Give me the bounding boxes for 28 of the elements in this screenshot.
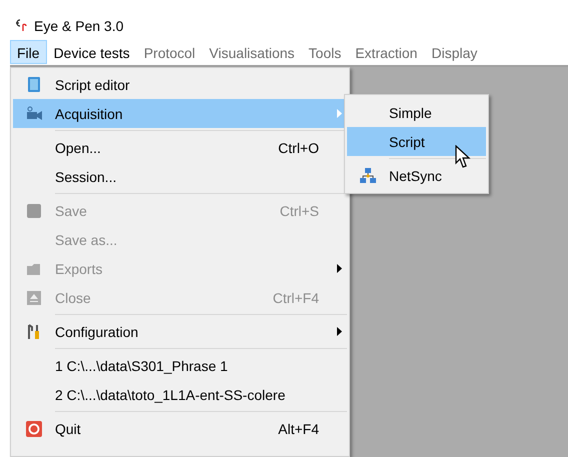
menu-item[interactable]: NetSync [347, 161, 486, 190]
shortcut-text: Ctrl+O [278, 140, 319, 156]
menu-item[interactable]: Simple [347, 98, 486, 127]
shortcut-text: Alt+F4 [278, 420, 319, 436]
window-title: Eye & Pen 3.0 [34, 18, 124, 34]
menu-item[interactable]: Script [347, 127, 486, 156]
menu-item[interactable]: Session... [13, 162, 347, 191]
menu-item[interactable]: 1 C:\...\data\S301_Phrase 1 [13, 351, 347, 380]
script-editor-icon [25, 76, 43, 94]
submenu-arrow-icon [336, 327, 342, 336]
shortcut-text: Ctrl+S [280, 202, 319, 218]
menu-item[interactable]: File [10, 40, 47, 64]
power-icon [25, 420, 43, 438]
shortcut-text: Ctrl+F4 [272, 290, 319, 306]
submenu-arrow-icon [336, 264, 342, 273]
menu-item[interactable]: 2 C:\...\data\toto_1L1A-ent-SS-colere [13, 380, 347, 409]
menu-item[interactable]: Configuration [13, 317, 347, 346]
video-camera-icon [25, 104, 43, 122]
menu-item[interactable]: Script editor [13, 70, 347, 99]
square-icon [25, 202, 43, 220]
menu-item[interactable]: Open... Ctrl+O [13, 133, 347, 162]
menu-item[interactable]: Acquisition [13, 99, 347, 128]
app-logo-icon [14, 18, 28, 32]
network-icon [359, 166, 377, 184]
menu-item[interactable]: Quit Alt+F4 [13, 414, 347, 443]
menu-item[interactable]: Device tests [46, 40, 137, 64]
eject-icon [25, 288, 43, 306]
submenu-arrow-icon [336, 109, 342, 118]
